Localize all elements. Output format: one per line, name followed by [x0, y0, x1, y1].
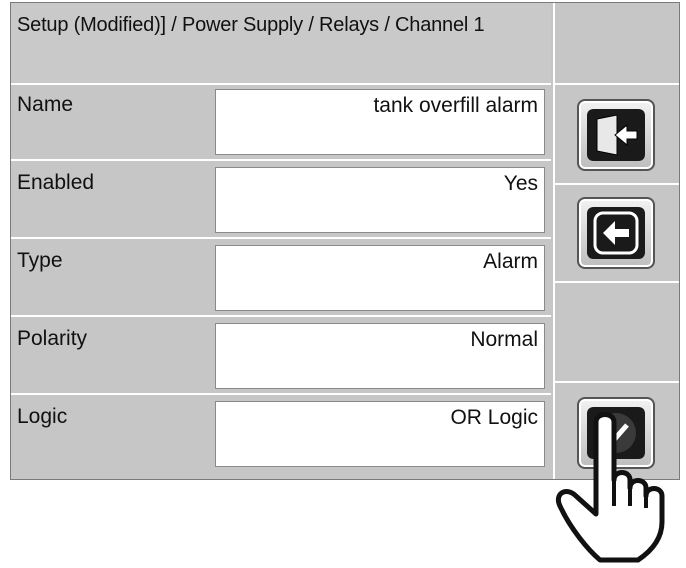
breadcrumb: Setup (Modified)] / Power Supply / Relay… [11, 3, 551, 85]
pointing-hand-icon [556, 412, 665, 563]
polarity-value-field[interactable]: Normal [215, 323, 545, 389]
side-panel-back [553, 185, 679, 283]
enabled-value-field[interactable]: Yes [215, 167, 545, 233]
back-button[interactable] [577, 197, 655, 269]
logic-value-field[interactable]: OR Logic [215, 401, 545, 467]
row-name: Name tank overfill alarm [11, 85, 551, 161]
side-panel-top [553, 3, 679, 85]
row-logic: Logic OR Logic [11, 397, 551, 473]
polarity-label: Polarity [17, 327, 88, 350]
side-panel-exit [553, 85, 679, 185]
name-value-field[interactable]: tank overfill alarm [215, 89, 545, 155]
type-label: Type [17, 249, 63, 272]
type-value-field[interactable]: Alarm [215, 245, 545, 311]
row-enabled: Enabled Yes [11, 163, 551, 239]
exit-door-icon [587, 109, 645, 161]
back-arrow-icon [587, 207, 645, 259]
logic-label: Logic [17, 405, 68, 428]
row-polarity: Polarity Normal [11, 319, 551, 395]
row-type: Type Alarm [11, 241, 551, 317]
enabled-label: Enabled [17, 171, 95, 194]
relay-setup-screen: Setup (Modified)] / Power Supply / Relay… [10, 2, 680, 480]
name-label: Name [17, 93, 74, 116]
exit-button[interactable] [577, 99, 655, 171]
side-panel-empty [553, 283, 679, 383]
